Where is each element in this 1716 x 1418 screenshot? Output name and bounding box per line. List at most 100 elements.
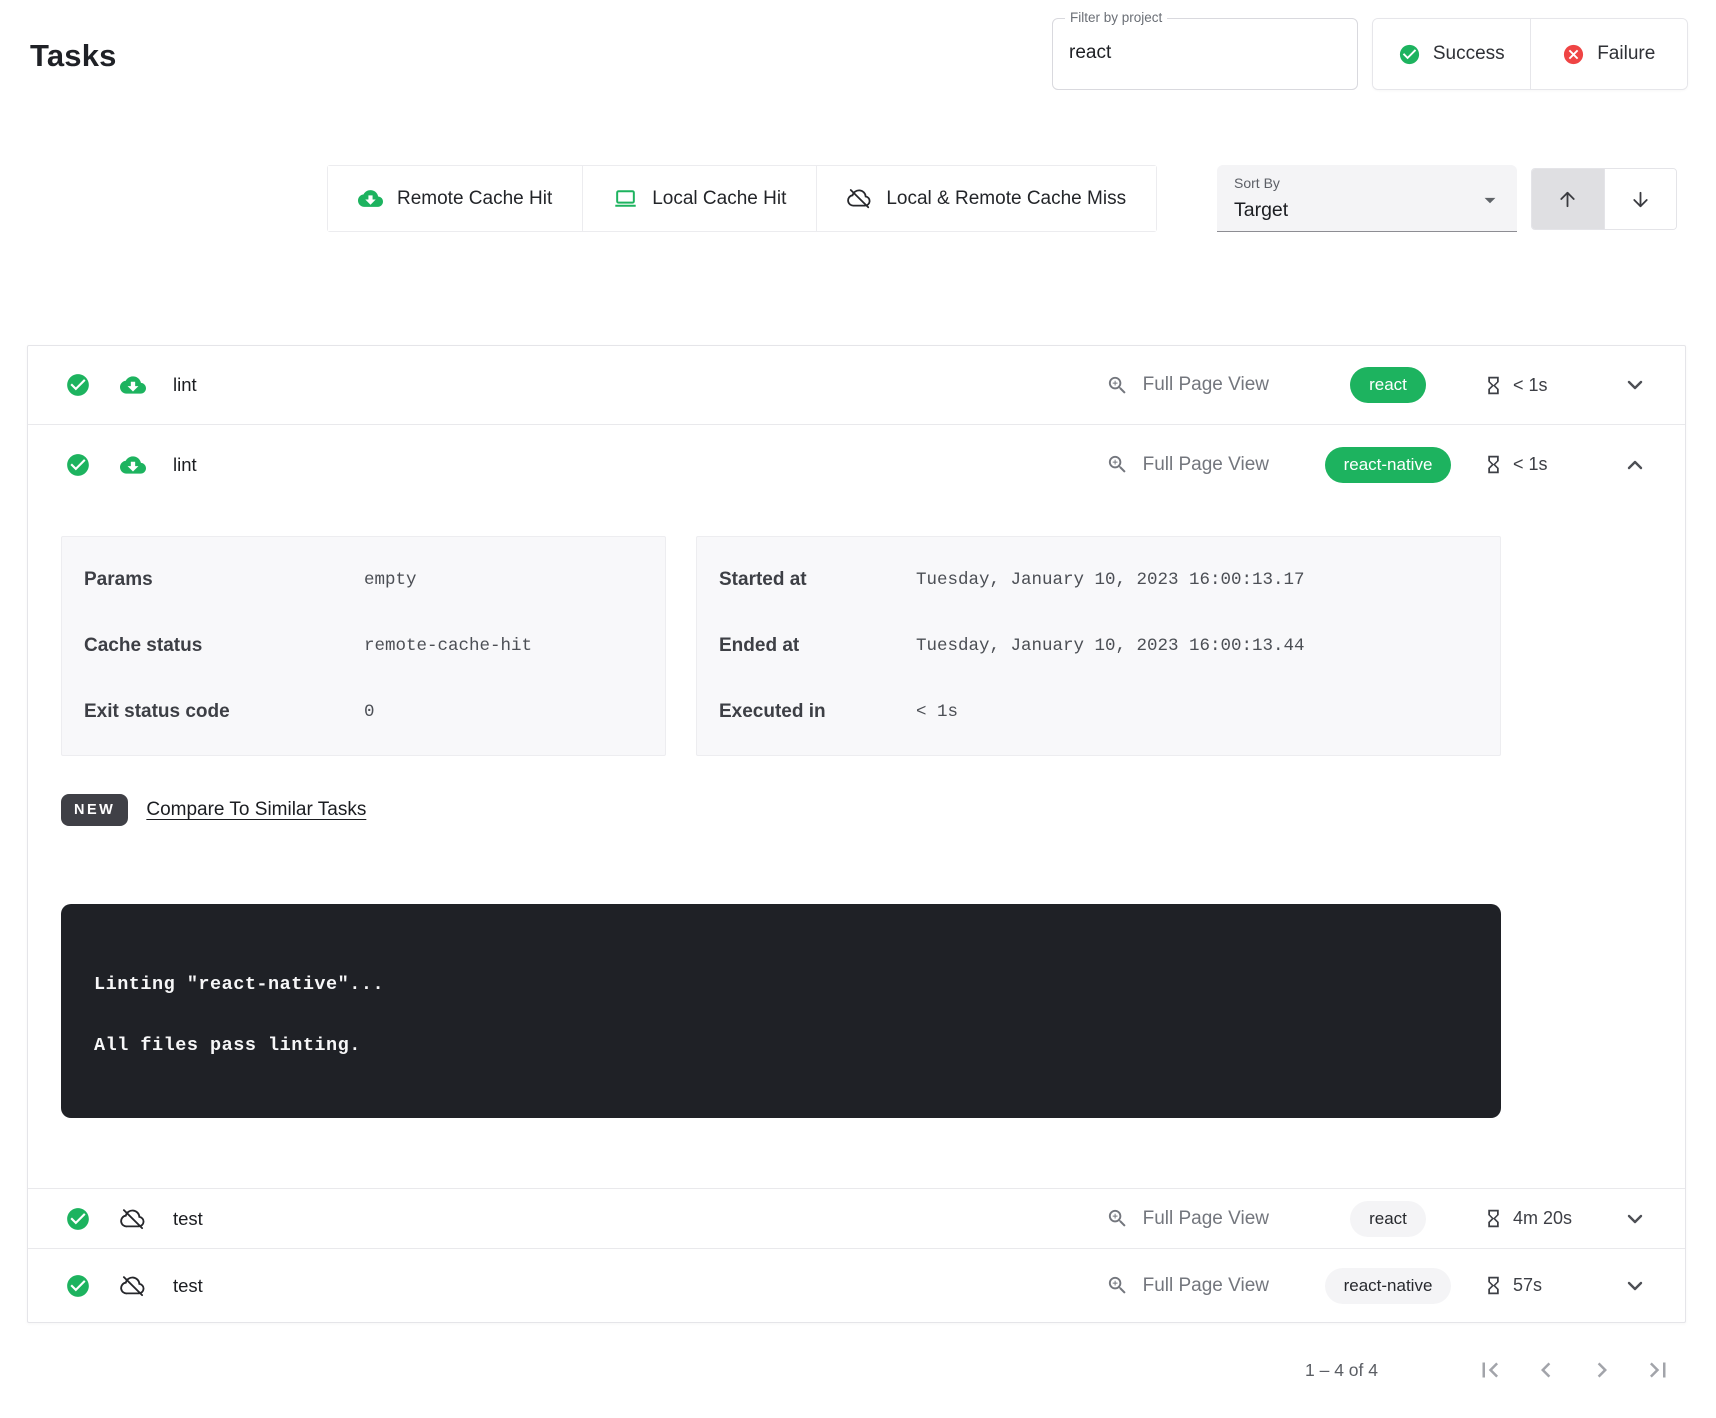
task-list-card: lint Full Page View react < 1s lint — [27, 345, 1686, 1323]
local-cache-hit-label: Local Cache Hit — [652, 188, 786, 210]
task-name: lint — [173, 374, 197, 396]
cache-filter-bar: Remote Cache Hit Local Cache Hit Local &… — [327, 165, 1157, 232]
terminal-line: All files pass linting. — [94, 1035, 1501, 1056]
task-row-lint-react[interactable]: lint Full Page View react < 1s — [28, 346, 1685, 425]
cloud-off-icon — [847, 186, 872, 211]
full-page-view-link[interactable]: Full Page View — [1106, 374, 1269, 397]
chevron-down-icon[interactable] — [1615, 373, 1655, 397]
exit-status-code-label: Exit status code — [84, 701, 364, 723]
full-page-view-label: Full Page View — [1143, 1275, 1269, 1297]
full-page-view-link[interactable]: Full Page View — [1106, 453, 1269, 476]
started-at-value: Tuesday, January 10, 2023 16:00:13.17 — [916, 570, 1305, 590]
cloud-download-icon — [358, 186, 383, 211]
cloud-off-icon — [120, 1206, 146, 1232]
success-status-icon — [65, 1273, 91, 1299]
pagination: 1 – 4 of 4 — [1305, 1342, 1686, 1398]
success-status-icon — [65, 372, 91, 398]
hourglass-icon — [1483, 1208, 1504, 1229]
chevron-left-icon — [1531, 1355, 1561, 1385]
sort-by-value: Target — [1234, 199, 1288, 222]
sort-by-select[interactable]: Sort By Target — [1217, 165, 1517, 232]
params-value: empty — [364, 570, 417, 590]
project-filter-input[interactable] — [1069, 20, 1339, 86]
arrow-down-icon — [1629, 188, 1652, 211]
task-name: test — [173, 1275, 203, 1297]
full-page-view-link[interactable]: Full Page View — [1106, 1274, 1269, 1297]
zoom-in-icon — [1106, 453, 1129, 476]
previous-page-button[interactable] — [1531, 1355, 1561, 1385]
next-page-button[interactable] — [1587, 1355, 1617, 1385]
success-status-icon — [65, 1206, 91, 1232]
local-cache-hit-filter-button[interactable]: Local Cache Hit — [582, 166, 816, 231]
success-status-icon — [65, 452, 91, 478]
params-label: Params — [84, 569, 364, 591]
zoom-in-icon — [1106, 1274, 1129, 1297]
sort-by-label: Sort By — [1234, 175, 1280, 191]
full-page-view-link[interactable]: Full Page View — [1106, 1207, 1269, 1230]
last-page-button[interactable] — [1643, 1355, 1673, 1385]
task-params-panel: Params empty Cache status remote-cache-h… — [61, 536, 666, 756]
failure-filter-button[interactable]: Failure — [1530, 19, 1688, 89]
success-filter-button[interactable]: Success — [1373, 19, 1530, 89]
chevron-down-icon[interactable] — [1615, 1274, 1655, 1298]
cloud-off-icon — [120, 1273, 146, 1299]
started-at-label: Started at — [719, 569, 916, 591]
project-chip[interactable]: react-native — [1325, 1268, 1452, 1304]
exit-status-code-value: 0 — [364, 702, 375, 722]
task-name: lint — [173, 454, 197, 476]
ended-at-value: Tuesday, January 10, 2023 16:00:13.44 — [916, 636, 1305, 656]
remote-cache-hit-label: Remote Cache Hit — [397, 188, 552, 210]
task-timing-panel: Started at Tuesday, January 10, 2023 16:… — [696, 536, 1501, 756]
cancel-circle-icon — [1562, 43, 1585, 66]
zoom-in-icon — [1106, 374, 1129, 397]
task-detail-section: Params empty Cache status remote-cache-h… — [28, 504, 1685, 1188]
executed-in-label: Executed in — [719, 701, 916, 723]
remote-cache-hit-filter-button[interactable]: Remote Cache Hit — [328, 166, 582, 231]
check-circle-icon — [1398, 43, 1421, 66]
pagination-range: 1 – 4 of 4 — [1305, 1360, 1378, 1381]
page-title: Tasks — [30, 38, 117, 74]
status-filter-group: Success Failure — [1372, 18, 1688, 90]
laptop-icon — [613, 186, 638, 211]
hourglass-icon — [1483, 1275, 1504, 1296]
first-page-icon — [1475, 1355, 1505, 1385]
sort-descending-button[interactable] — [1604, 169, 1677, 229]
cache-miss-filter-button[interactable]: Local & Remote Cache Miss — [816, 166, 1156, 231]
new-badge: NEW — [61, 794, 128, 826]
chevron-down-icon[interactable] — [1615, 1207, 1655, 1231]
cache-status-value: remote-cache-hit — [364, 636, 532, 656]
project-chip[interactable]: react — [1350, 1201, 1426, 1237]
task-duration: < 1s — [1483, 375, 1615, 396]
last-page-icon — [1643, 1355, 1673, 1385]
ended-at-label: Ended at — [719, 635, 916, 657]
zoom-in-icon — [1106, 1207, 1129, 1230]
chevron-up-icon[interactable] — [1615, 453, 1655, 477]
chevron-right-icon — [1587, 1355, 1617, 1385]
sort-direction-toggle — [1531, 168, 1677, 230]
terminal-output: Linting "react-native"... All files pass… — [61, 904, 1501, 1118]
project-filter-field[interactable]: Filter by project — [1052, 18, 1358, 90]
compare-to-similar-tasks-link[interactable]: Compare To Similar Tasks — [146, 799, 366, 821]
failure-filter-label: Failure — [1597, 43, 1655, 65]
cache-status-label: Cache status — [84, 635, 364, 657]
task-row-lint-react-native[interactable]: lint Full Page View react-native < 1s — [28, 425, 1685, 504]
full-page-view-label: Full Page View — [1143, 1208, 1269, 1230]
arrow-up-icon — [1556, 188, 1579, 211]
first-page-button[interactable] — [1475, 1355, 1505, 1385]
project-chip[interactable]: react-native — [1325, 447, 1452, 483]
executed-in-value: < 1s — [916, 702, 958, 722]
hourglass-icon — [1483, 375, 1504, 396]
full-page-view-label: Full Page View — [1143, 374, 1269, 396]
task-duration: < 1s — [1483, 454, 1615, 475]
dropdown-caret-icon — [1477, 187, 1503, 213]
task-duration: 57s — [1483, 1275, 1615, 1296]
success-filter-label: Success — [1433, 43, 1505, 65]
terminal-line: Linting "react-native"... — [94, 974, 1501, 995]
task-row-test-react[interactable]: test Full Page View react 4m 20s — [28, 1188, 1685, 1248]
task-name: test — [173, 1208, 203, 1230]
task-duration: 4m 20s — [1483, 1208, 1615, 1229]
project-chip[interactable]: react — [1350, 367, 1426, 403]
task-row-test-react-native[interactable]: test Full Page View react-native 57s — [28, 1248, 1685, 1322]
hourglass-icon — [1483, 454, 1504, 475]
sort-ascending-button[interactable] — [1532, 169, 1604, 229]
